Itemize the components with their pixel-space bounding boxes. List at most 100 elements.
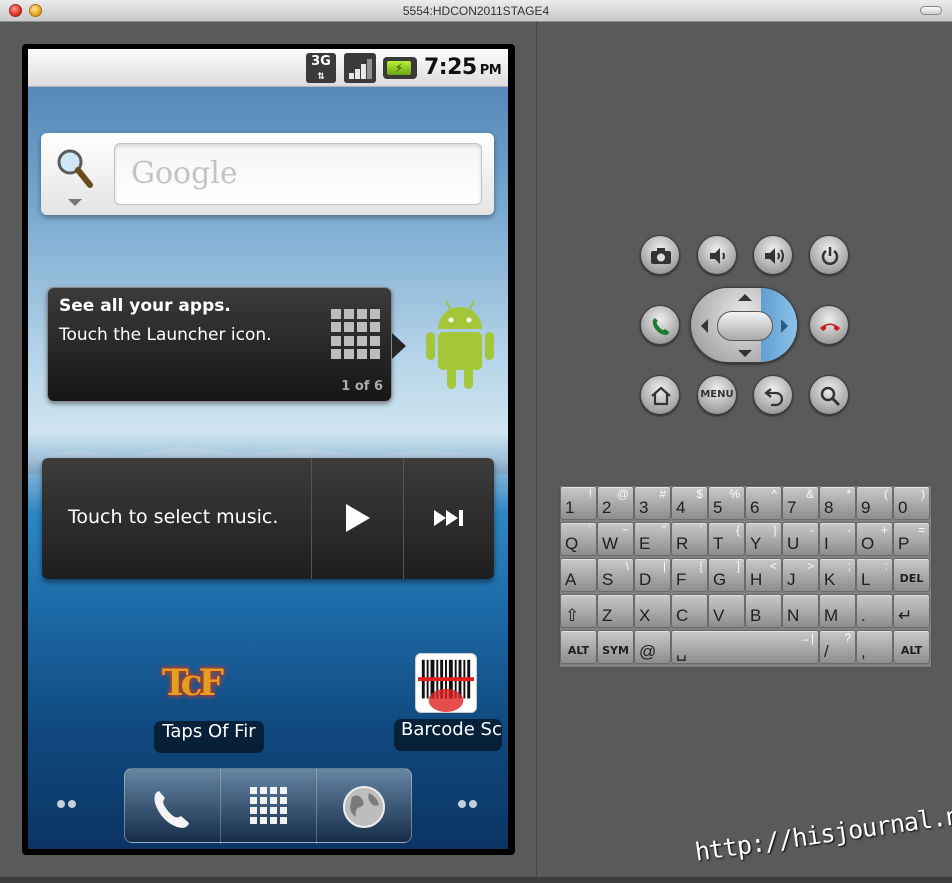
- key-o[interactable]: O +: [856, 522, 893, 556]
- window-toolbar-toggle-button[interactable]: [920, 6, 942, 15]
- key-z[interactable]: Z: [597, 594, 634, 628]
- volume-down-button[interactable]: [697, 235, 737, 275]
- key-d[interactable]: D |: [634, 558, 671, 592]
- key-0[interactable]: 0): [893, 486, 930, 520]
- search-button[interactable]: [809, 375, 849, 415]
- key-6[interactable]: 6 ^: [745, 486, 782, 520]
- key-[interactable]: .: [856, 594, 893, 628]
- key-alt[interactable]: ALT: [893, 630, 930, 664]
- launcher-grid-icon[interactable]: [221, 777, 315, 837]
- key-del[interactable]: DEL: [893, 558, 930, 592]
- key-h[interactable]: H <: [745, 558, 782, 592]
- key-k[interactable]: K;: [819, 558, 856, 592]
- menu-label: MENU: [700, 389, 734, 400]
- launcher-grid-icon: [331, 309, 381, 359]
- status-bar[interactable]: 3G ⇅ ⚡ 7:25 PM: [28, 49, 508, 87]
- search-input[interactable]: Google: [114, 143, 482, 205]
- key-4[interactable]: 4 $: [671, 486, 708, 520]
- key-g[interactable]: G]: [708, 558, 745, 592]
- home-icon: [651, 386, 671, 406]
- power-button[interactable]: [809, 235, 849, 275]
- key-[interactable]: ↵: [893, 594, 930, 628]
- key-b[interactable]: B: [745, 594, 782, 628]
- tip-text: Touch the Launcher icon.: [59, 325, 272, 345]
- back-button[interactable]: [753, 375, 793, 415]
- search-source-dropdown-icon[interactable]: [68, 199, 82, 206]
- key-label: 2: [602, 498, 612, 517]
- music-select-label[interactable]: Touch to select music.: [68, 506, 278, 528]
- dpad[interactable]: [690, 287, 798, 363]
- key-alt-label: :: [884, 559, 888, 573]
- dpad-up-icon[interactable]: [738, 294, 752, 301]
- key-w[interactable]: W ~: [597, 522, 634, 556]
- key-u[interactable]: U-: [782, 522, 819, 556]
- key-v[interactable]: V: [708, 594, 745, 628]
- android-screen[interactable]: 3G ⇅ ⚡ 7:25 PM Google See all your apps. …: [28, 49, 508, 849]
- key-p[interactable]: P =: [893, 522, 930, 556]
- key-label: A: [565, 570, 577, 589]
- music-widget[interactable]: Touch to select music.: [42, 458, 494, 579]
- key-label: ALT: [567, 644, 590, 657]
- key-alt-label: -: [847, 523, 851, 537]
- key-alt[interactable]: ALT: [560, 630, 597, 664]
- search-icon: [820, 386, 841, 407]
- key-5[interactable]: 5%: [708, 486, 745, 520]
- app-barcode-scanner[interactable]: Barcode Sc: [393, 653, 503, 753]
- key-r[interactable]: R `: [671, 522, 708, 556]
- end-call-button[interactable]: [809, 305, 849, 345]
- left-page-dots-icon[interactable]: [57, 800, 79, 810]
- key-alt-label: +: [880, 523, 888, 537]
- call-icon: [652, 318, 669, 335]
- key-a[interactable]: A: [560, 558, 597, 592]
- key-e[interactable]: E ": [634, 522, 671, 556]
- phone-icon[interactable]: [125, 777, 219, 837]
- key-f[interactable]: F[: [671, 558, 708, 592]
- key-sym[interactable]: SYM: [597, 630, 634, 664]
- key-[interactable]: /?: [819, 630, 856, 664]
- key-j[interactable]: J >: [782, 558, 819, 592]
- key-[interactable]: ⇧: [560, 594, 597, 628]
- key-q[interactable]: Q `: [560, 522, 597, 556]
- volume-up-button[interactable]: [753, 235, 793, 275]
- key-m[interactable]: M: [819, 594, 856, 628]
- key-2[interactable]: 2 @: [597, 486, 634, 520]
- call-button[interactable]: [640, 305, 680, 345]
- key-t[interactable]: T{: [708, 522, 745, 556]
- menu-button[interactable]: MENU: [697, 375, 737, 415]
- key-label: L: [861, 570, 871, 589]
- key-i[interactable]: I-: [819, 522, 856, 556]
- key-x[interactable]: X: [634, 594, 671, 628]
- launcher-tip-bubble[interactable]: See all your apps. Touch the Launcher ic…: [47, 287, 392, 402]
- dpad-center-button[interactable]: [717, 311, 773, 341]
- key-1[interactable]: 1!: [560, 486, 597, 520]
- key-alt-label: ?: [844, 631, 851, 645]
- camera-button[interactable]: [640, 235, 680, 275]
- key-n[interactable]: N: [782, 594, 819, 628]
- key-label: O: [861, 534, 875, 553]
- key-y[interactable]: Y}: [745, 522, 782, 556]
- key-9[interactable]: 9(: [856, 486, 893, 520]
- key-alt-label: `: [699, 523, 703, 537]
- key-7[interactable]: 7 &: [782, 486, 819, 520]
- key-[interactable]: ␣ →|: [671, 630, 819, 664]
- key-[interactable]: @: [634, 630, 671, 664]
- key-alt-label: <: [769, 559, 777, 573]
- key-label: .: [861, 606, 866, 625]
- key-[interactable]: ,: [856, 630, 893, 664]
- key-s[interactable]: S \: [597, 558, 634, 592]
- right-page-dots-icon[interactable]: [458, 800, 480, 810]
- dpad-right-icon[interactable]: [781, 319, 788, 333]
- play-icon[interactable]: [312, 488, 402, 548]
- browser-globe-icon[interactable]: [317, 777, 411, 837]
- key-3[interactable]: 3 #: [634, 486, 671, 520]
- key-8[interactable]: 8 *: [819, 486, 856, 520]
- dpad-left-icon[interactable]: [701, 319, 708, 333]
- key-label: N: [787, 606, 800, 625]
- key-c[interactable]: C: [671, 594, 708, 628]
- google-search-widget[interactable]: Google: [41, 133, 494, 215]
- dpad-down-icon[interactable]: [738, 350, 752, 357]
- next-track-icon[interactable]: [404, 488, 494, 548]
- key-l[interactable]: L:: [856, 558, 893, 592]
- home-button[interactable]: [640, 375, 680, 415]
- app-taps-of-fire[interactable]: TcF Taps Of Fir: [146, 655, 266, 755]
